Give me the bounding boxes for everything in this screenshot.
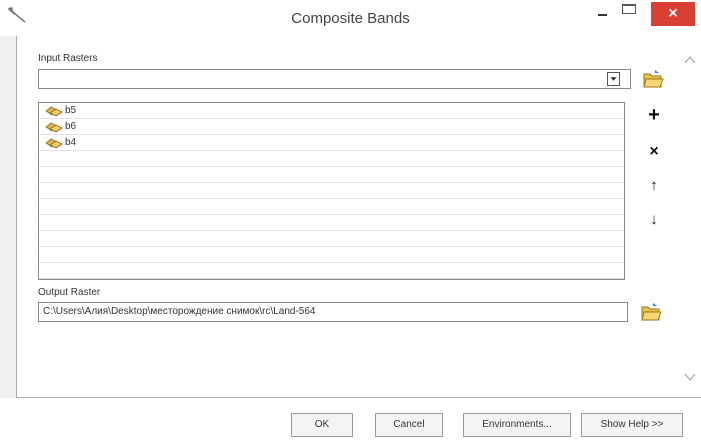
folder-open-icon[interactable] [642, 68, 664, 90]
cancel-button[interactable]: Cancel [375, 413, 443, 437]
title-bar: Composite Bands × [0, 0, 701, 36]
close-icon[interactable]: × [651, 2, 695, 26]
list-empty-row [39, 263, 624, 279]
minimize-icon[interactable] [592, 3, 614, 23]
move-down-icon[interactable]: ↓ [643, 209, 665, 231]
raster-name: b5 [65, 105, 77, 116]
form-frame-left-border [16, 36, 17, 398]
list-empty-row [39, 167, 624, 183]
scroll-up-icon[interactable] [684, 55, 696, 65]
list-empty-row [39, 199, 624, 215]
output-raster-label: Output Raster [38, 287, 101, 298]
input-rasters-label: Input Rasters [38, 53, 98, 64]
chevron-down-icon[interactable] [607, 72, 620, 86]
move-up-icon[interactable]: ↑ [643, 175, 665, 197]
output-raster-field[interactable]: C:\Users\Алия\Desktop\месторождение сним… [38, 302, 628, 322]
list-empty-row [39, 183, 624, 199]
form-scrollbar[interactable] [679, 40, 701, 396]
raster-layer-icon [45, 122, 63, 132]
ok-button[interactable]: OK [291, 413, 353, 437]
list-empty-row [39, 151, 624, 167]
input-rasters-list[interactable]: b5 b6 b4 [38, 102, 625, 280]
list-empty-row [39, 215, 624, 231]
raster-name: b4 [65, 137, 77, 148]
list-item[interactable]: b6 [39, 119, 624, 135]
add-icon[interactable]: + [643, 105, 665, 127]
raster-layer-icon [45, 138, 63, 148]
environments-button[interactable]: Environments... [463, 413, 571, 437]
scroll-down-icon[interactable] [684, 372, 696, 382]
raster-name: b6 [65, 121, 77, 132]
list-empty-row [39, 231, 624, 247]
remove-icon[interactable]: × [643, 141, 665, 163]
raster-layer-icon [45, 106, 63, 116]
maximize-icon[interactable] [622, 4, 636, 14]
folder-open-icon[interactable] [640, 301, 662, 323]
input-rasters-combobox[interactable] [38, 69, 631, 89]
window-left-edge [0, 36, 16, 447]
show-help-button[interactable]: Show Help >> [581, 413, 683, 437]
list-empty-row [39, 247, 624, 263]
list-item[interactable]: b4 [39, 135, 624, 151]
list-item[interactable]: b5 [39, 103, 624, 119]
